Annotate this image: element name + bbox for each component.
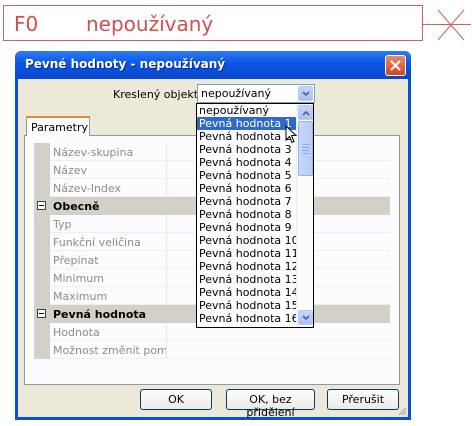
- drawn-object-value: nepoužívaný: [201, 87, 271, 100]
- row-gutter: [34, 179, 50, 197]
- dropdown-option[interactable]: Pevná hodnota 9: [197, 221, 297, 234]
- block-name: nepoužívaný: [86, 12, 214, 36]
- dropdown-option[interactable]: Pevná hodnota 5: [197, 169, 297, 182]
- chevron-up-icon: [302, 110, 310, 116]
- ok-button[interactable]: OK: [140, 389, 212, 410]
- cancel-button[interactable]: Přerušit: [327, 389, 399, 410]
- row-gutter: [34, 233, 50, 251]
- ok-no-assign-button[interactable]: OK, bez přidělení: [226, 389, 315, 419]
- collapse-icon[interactable]: [37, 201, 46, 210]
- chevron-down-icon: [302, 91, 310, 97]
- dialog-titlebar[interactable]: Pevné hodnoty - nepoužívaný: [15, 51, 411, 79]
- property-label: Název: [50, 161, 167, 179]
- dropdown-option[interactable]: Pevná hodnota 16: [197, 312, 299, 325]
- dropdown-option[interactable]: Pevná hodnota 12: [197, 260, 299, 273]
- dropdown-option[interactable]: Pevná hodnota 4: [197, 156, 297, 169]
- row-gutter: [34, 287, 50, 305]
- dropdown-option[interactable]: Pevná hodnota 10: [197, 234, 299, 247]
- dropdown-option[interactable]: Pevná hodnota 6: [197, 182, 297, 195]
- row-gutter: [34, 215, 50, 233]
- row-gutter: [34, 143, 50, 161]
- property-label: Hodnota: [50, 323, 167, 341]
- drawn-object-label: Kreslený objekt:: [113, 88, 202, 101]
- row-gutter: [34, 269, 50, 287]
- row-gutter: [34, 251, 50, 269]
- background-function-block: F0 nepoužívaný: [3, 5, 423, 41]
- unconnected-cross-icon: [437, 9, 465, 41]
- property-label: Minimum: [50, 269, 167, 287]
- property-label: Přepínat: [50, 251, 167, 269]
- tab-label: Parametry: [31, 121, 88, 134]
- property-label: Název-Index: [50, 179, 167, 197]
- collapse-icon[interactable]: [37, 309, 46, 318]
- property-label: Možnost změnit pomocí: [50, 341, 167, 359]
- property-label: Název-skupina: [50, 143, 167, 161]
- tab-parametry[interactable]: Parametry: [26, 116, 90, 136]
- drawn-object-select[interactable]: nepoužívaný: [197, 84, 315, 103]
- dropdown-option[interactable]: Pevná hodnota 3: [197, 143, 297, 156]
- block-code: F0: [14, 12, 39, 36]
- drawn-object-dropdown-button[interactable]: [298, 86, 313, 101]
- dropdown-option[interactable]: Pevná hodnota 1: [197, 117, 297, 130]
- scroll-up-button[interactable]: [298, 105, 313, 120]
- scroll-thumb[interactable]: [298, 121, 313, 176]
- close-icon: [390, 60, 401, 71]
- resize-grip-icon[interactable]: [397, 406, 407, 416]
- row-gutter: [34, 323, 50, 341]
- property-label: Typ: [50, 215, 167, 233]
- chevron-down-icon: [302, 315, 310, 321]
- mouse-cursor-icon: [285, 125, 298, 144]
- row-gutter: [34, 341, 50, 359]
- dropdown-option[interactable]: Pevná hodnota 15: [197, 299, 299, 312]
- dropdown-option[interactable]: Pevná hodnota 14: [197, 286, 299, 299]
- dropdown-option[interactable]: nepoužívaný: [197, 104, 297, 117]
- dropdown-option[interactable]: Pevná hodnota 8: [197, 208, 297, 221]
- property-label: Funkční veličina: [50, 233, 167, 251]
- dropdown-option[interactable]: Pevná hodnota 11: [197, 247, 299, 260]
- row-gutter: [34, 305, 50, 323]
- scroll-down-button[interactable]: [298, 310, 313, 325]
- property-row[interactable]: Možnost změnit pomocí: [34, 341, 390, 359]
- dialog-title: Pevné hodnoty - nepoužívaný: [25, 57, 226, 71]
- row-gutter: [34, 197, 50, 215]
- close-button[interactable]: [385, 55, 406, 76]
- dropdown-option[interactable]: Pevná hodnota 7: [197, 195, 297, 208]
- dropdown-option[interactable]: Pevná hodnota 13: [197, 273, 299, 286]
- property-label: Maximum: [50, 287, 167, 305]
- dropdown-option[interactable]: Pevná hodnota 2: [197, 130, 297, 143]
- row-gutter: [34, 161, 50, 179]
